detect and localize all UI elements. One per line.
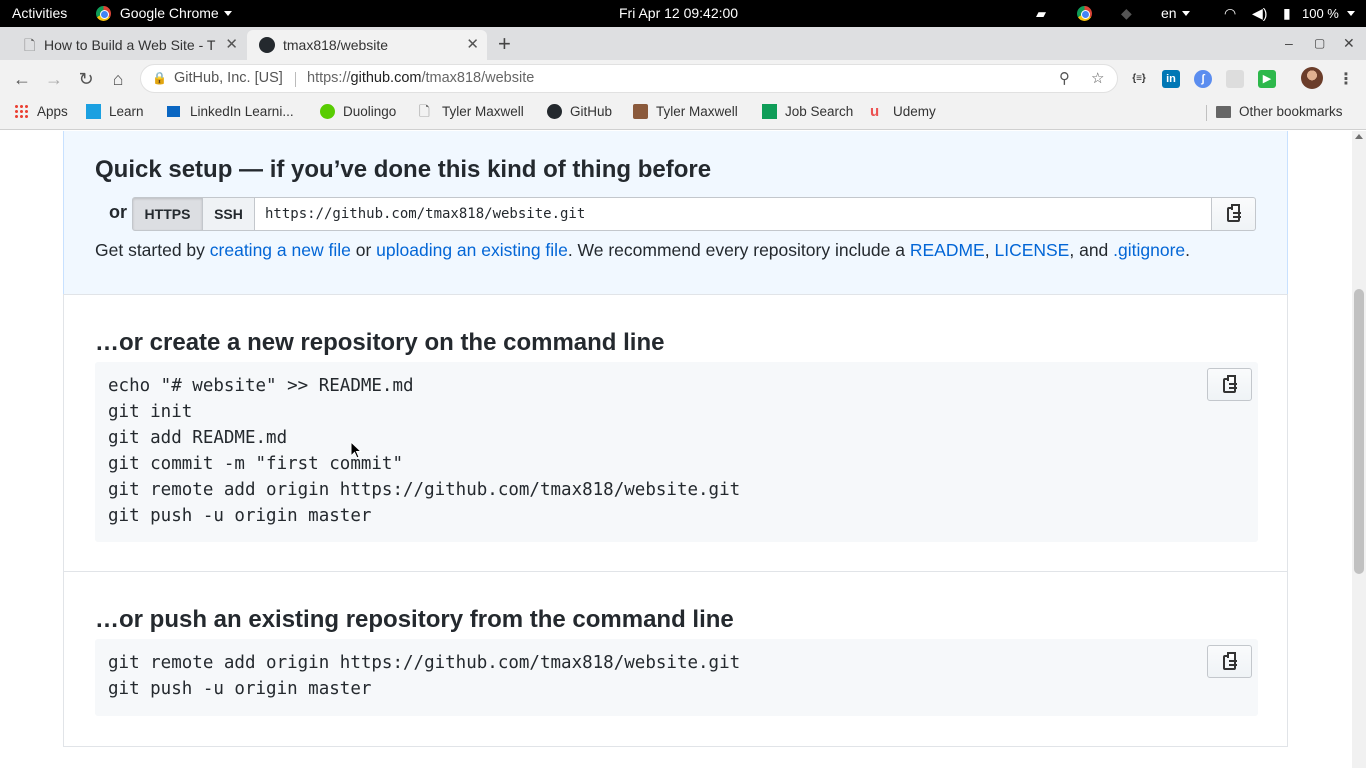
chrome-logo-icon	[96, 6, 111, 21]
clipboard-icon	[1223, 652, 1237, 670]
sheets-icon	[762, 104, 777, 119]
https-button[interactable]: HTTPS	[132, 197, 203, 231]
page-icon: 🗋	[419, 104, 430, 119]
system-top-bar: Activities Google Chrome Fri Apr 12 09:4…	[0, 0, 1366, 27]
close-window-icon[interactable]: ✕	[1343, 33, 1355, 53]
clone-url-group: HTTPS SSH https://github.com/tmax818/web…	[132, 197, 1257, 231]
linkedin-extension-icon[interactable]: in	[1162, 70, 1180, 88]
close-tab-icon[interactable]: ✕	[466, 30, 479, 60]
zoom-icon[interactable]: ⚲	[1059, 65, 1070, 92]
udemy-icon: u	[870, 103, 880, 120]
clipboard-icon	[1223, 375, 1237, 393]
linkedin-learning-icon	[167, 106, 180, 117]
folder-icon	[1216, 106, 1231, 118]
activities-button[interactable]: Activities	[12, 0, 67, 27]
url-text[interactable]: https://github.com/tmax818/website	[307, 65, 534, 92]
battery-level: 100 %	[1302, 6, 1339, 21]
get-started-text: Get started by creating a new file or up…	[95, 240, 1191, 260]
uploading-existing-file-link[interactable]: uploading an existing file	[376, 240, 568, 260]
duolingo-icon	[320, 104, 335, 119]
creating-new-file-link[interactable]: creating a new file	[210, 240, 351, 260]
create-repo-code-block[interactable]: echo "# website" >> README.md git init g…	[95, 362, 1258, 542]
new-tab-button[interactable]: +	[498, 30, 511, 58]
apps-grid-icon	[14, 104, 29, 119]
forward-icon[interactable]: →	[41, 66, 67, 92]
language-menu[interactable]: en	[1161, 0, 1190, 27]
security-label: GitHub, Inc. [US]	[174, 70, 283, 86]
avatar-icon	[633, 104, 648, 119]
code-line: git init	[108, 402, 193, 422]
clipboard-icon	[1227, 204, 1241, 222]
minimize-icon[interactable]: –	[1285, 33, 1293, 53]
page-icon: 🗋	[24, 37, 36, 53]
chrome-menu-icon[interactable]: ⋮	[1338, 69, 1354, 89]
gitignore-link[interactable]: .gitignore	[1113, 240, 1185, 260]
github-icon	[259, 37, 275, 53]
copy-push-commands-button[interactable]	[1207, 645, 1252, 678]
json-viewer-extension-icon[interactable]: {≡}	[1130, 70, 1148, 88]
push-repo-code-block[interactable]: git remote add origin https://github.com…	[95, 639, 1258, 716]
copy-clone-url-button[interactable]	[1211, 197, 1256, 231]
wifi-icon[interactable]: ◠	[1224, 0, 1236, 27]
learn-icon	[86, 104, 101, 119]
scroll-up-icon[interactable]	[1355, 134, 1363, 139]
create-repo-section: …or create a new repository on the comma…	[63, 294, 1288, 572]
push-repo-section: …or push an existing repository from the…	[63, 571, 1288, 747]
page-content: Quick setup — if you’ve done this kind o…	[0, 131, 1352, 768]
camera-icon[interactable]: ▰	[1036, 0, 1046, 27]
tab-how-to-build[interactable]: 🗋 How to Build a Web Site - T ✕	[8, 30, 246, 60]
volume-icon[interactable]: ◀)	[1252, 0, 1267, 27]
code-line: git remote add origin https://github.com…	[108, 480, 741, 500]
address-bar[interactable]: 🔒 GitHub, Inc. [US] https://github.com/t…	[140, 64, 1118, 93]
close-tab-icon[interactable]: ✕	[225, 30, 238, 60]
github-icon	[547, 104, 562, 119]
code-line: git push -u origin master	[108, 679, 372, 699]
chevron-down-icon	[223, 11, 232, 16]
create-repo-title: …or create a new repository on the comma…	[95, 329, 665, 356]
extension-grey-icon[interactable]	[1226, 70, 1244, 88]
system-menu-chevron-icon[interactable]	[1347, 11, 1355, 16]
divider	[1206, 105, 1207, 121]
back-icon[interactable]: ←	[9, 66, 35, 92]
extension-blue-icon[interactable]: ʃ	[1194, 70, 1212, 88]
dropbox-icon[interactable]: ◆	[1121, 0, 1132, 27]
ssh-button[interactable]: SSH	[202, 197, 255, 231]
scrollbar-thumb[interactable]	[1354, 289, 1364, 574]
code-line: git add README.md	[108, 428, 288, 448]
copy-create-commands-button[interactable]	[1207, 368, 1252, 401]
code-line: git push -u origin master	[108, 506, 372, 526]
tab-strip: 🗋 How to Build a Web Site - T ✕ tmax818/…	[0, 27, 1366, 60]
chrome-tray-icon[interactable]	[1077, 0, 1092, 27]
code-line: echo "# website" >> README.md	[108, 376, 414, 396]
profile-avatar[interactable]	[1301, 67, 1323, 89]
mouse-cursor-icon	[350, 441, 362, 459]
tab-title: tmax818/website	[283, 37, 389, 53]
home-icon[interactable]: ⌂	[105, 66, 131, 92]
clone-url-input[interactable]: https://github.com/tmax818/website.git	[254, 197, 1212, 231]
divider	[295, 72, 296, 87]
bookmarks-bar: Apps Learn LinkedIn Learni... Duolingo 🗋…	[0, 97, 1366, 130]
app-menu[interactable]: Google Chrome	[96, 0, 232, 27]
maximize-icon[interactable]: ▢	[1314, 33, 1325, 53]
or-label: or	[109, 202, 127, 222]
code-line: git remote add origin https://github.com…	[108, 653, 741, 673]
quick-setup-title: Quick setup — if you’ve done this kind o…	[95, 156, 712, 183]
readme-link[interactable]: README	[910, 240, 985, 260]
app-name: Google Chrome	[119, 5, 219, 21]
page-scrollbar[interactable]	[1352, 131, 1366, 768]
tab-github-website[interactable]: tmax818/website ✕	[247, 30, 487, 60]
tab-title: How to Build a Web Site - T	[44, 37, 216, 53]
star-bookmark-icon[interactable]: ☆	[1091, 65, 1104, 92]
extension-play-icon[interactable]: ▶	[1258, 70, 1276, 88]
lock-icon[interactable]: 🔒	[152, 65, 167, 92]
push-repo-title: …or push an existing repository from the…	[95, 606, 734, 633]
license-link[interactable]: LICENSE	[994, 240, 1069, 260]
quick-setup-panel: Quick setup — if you’ve done this kind o…	[63, 131, 1288, 295]
clock[interactable]: Fri Apr 12 09:42:00	[619, 0, 738, 27]
battery-icon[interactable]: ▮	[1283, 0, 1291, 27]
reload-icon[interactable]: ↻	[73, 66, 99, 92]
